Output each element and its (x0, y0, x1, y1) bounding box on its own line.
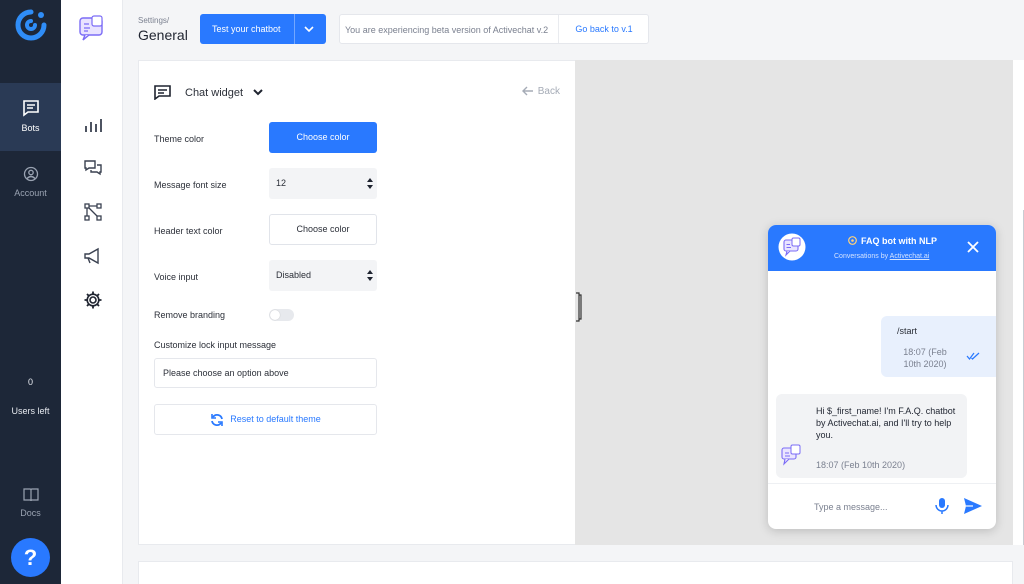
user-circle-icon (23, 166, 38, 182)
bot-avatar-icon (778, 233, 806, 261)
beta-message: You are experiencing beta version of Act… (345, 25, 549, 35)
theme-color-button[interactable]: Choose color (269, 122, 377, 153)
book-icon (22, 488, 39, 502)
button-divider (294, 14, 295, 44)
flow-icon[interactable] (83, 202, 103, 222)
back-link[interactable]: Back (521, 86, 560, 97)
message-timestamp: 18:07 (Feb 10th 2020) (816, 460, 906, 470)
lock-message-label: Customize lock input message (154, 340, 277, 350)
arrow-left-icon (521, 86, 533, 96)
chat-title: FAQ bot with NLP (848, 236, 937, 246)
nav-item-bots[interactable]: Bots (0, 83, 61, 151)
branding-prefix: Conversations by (834, 253, 889, 260)
chat-widget-preview: FAQ bot with NLP Conversations by Active… (768, 225, 996, 529)
branding-link[interactable]: Activechat.ai (890, 253, 930, 260)
analytics-bars-icon[interactable] (83, 115, 103, 135)
voice-input-select[interactable]: Disabled (269, 260, 377, 291)
bot-avatar-icon[interactable] (77, 14, 107, 44)
nav-item-label: Bots (21, 123, 40, 133)
message-timestamp: 18:07 (Feb 10th 2020) (903, 347, 947, 369)
secondary-nav (61, 0, 123, 584)
message-input[interactable]: Type a message... (814, 502, 888, 512)
chat-bubble-icon (22, 100, 39, 117)
close-icon[interactable] (967, 241, 979, 253)
select-arrows-icon (367, 270, 373, 281)
font-size-select[interactable]: 12 (269, 168, 377, 199)
send-icon[interactable] (963, 497, 983, 515)
chat-header: FAQ bot with NLP Conversations by Active… (768, 225, 996, 271)
nav-item-label: Account (14, 188, 47, 198)
remove-branding-label: Remove branding (154, 310, 226, 320)
outgoing-message: /start 18:07 (Feb 10th 2020) (881, 316, 996, 377)
activechat-logo-icon[interactable] (14, 8, 48, 42)
chevron-down-icon (253, 89, 263, 96)
conversations-icon[interactable] (83, 158, 103, 178)
header-text-color-button[interactable]: Choose color (269, 214, 377, 245)
test-chatbot-button[interactable]: Test your chatbot (200, 14, 326, 44)
help-button[interactable]: ? (11, 538, 50, 577)
microphone-icon[interactable] (934, 497, 950, 515)
widget-settings-panel: Chat widget Back Theme color Choose colo… (138, 60, 575, 545)
text-cursor-icon (576, 292, 582, 322)
message-text: Hi $_first_name! I'm F.A.Q. chatbot by A… (816, 406, 956, 440)
nav-item-docs[interactable]: Docs (0, 488, 61, 528)
users-left-count: 0 (27, 377, 33, 387)
select-arrows-icon (367, 178, 373, 189)
header-text-color-label: Header text color (154, 226, 223, 236)
voice-input-label: Voice input (154, 272, 199, 282)
remove-branding-toggle[interactable] (269, 309, 294, 321)
scrollbar-edge (1013, 60, 1024, 545)
chat-branding: Conversations by Activechat.ai (834, 253, 929, 260)
message-text: /start (897, 326, 918, 336)
test-chatbot-label: Test your chatbot (212, 24, 281, 34)
beta-banner: You are experiencing beta version of Act… (339, 14, 649, 44)
voice-input-value: Disabled (276, 270, 312, 280)
shield-badge-icon (848, 236, 857, 245)
bot-avatar-icon (781, 444, 801, 466)
lock-message-input[interactable]: Please choose an option above (154, 358, 377, 388)
nav-item-account[interactable]: Account (0, 166, 61, 206)
chevron-down-icon[interactable] (303, 23, 315, 35)
widget-selector-label: Chat widget (185, 87, 244, 99)
main-nav: Bots Account 0 Users left Docs ? (0, 0, 61, 584)
refresh-icon (211, 413, 224, 426)
users-left-label: Users left (11, 406, 50, 416)
go-back-link[interactable]: Go back to v.1 (558, 15, 649, 43)
chat-widget-icon (154, 85, 171, 100)
breadcrumb[interactable]: Settings/ (138, 16, 169, 25)
theme-color-label: Theme color (154, 134, 205, 144)
page-title: General (138, 27, 188, 43)
reset-theme-button[interactable]: Reset to default theme (154, 404, 377, 435)
reset-theme-label: Reset to default theme (230, 414, 321, 424)
broadcast-megaphone-icon[interactable] (83, 246, 103, 266)
incoming-message: Hi $_first_name! I'm F.A.Q. chatbot by A… (776, 394, 967, 478)
settings-gear-icon[interactable] (83, 290, 103, 310)
nav-item-label: Docs (20, 508, 41, 518)
chat-title-text: FAQ bot with NLP (861, 236, 937, 246)
chat-input-bar: Type a message... (768, 483, 996, 529)
font-size-value: 12 (276, 178, 287, 188)
double-check-icon (966, 352, 980, 360)
back-label: Back (537, 86, 560, 97)
lower-panel (138, 561, 1013, 584)
font-size-label: Message font size (154, 180, 227, 190)
